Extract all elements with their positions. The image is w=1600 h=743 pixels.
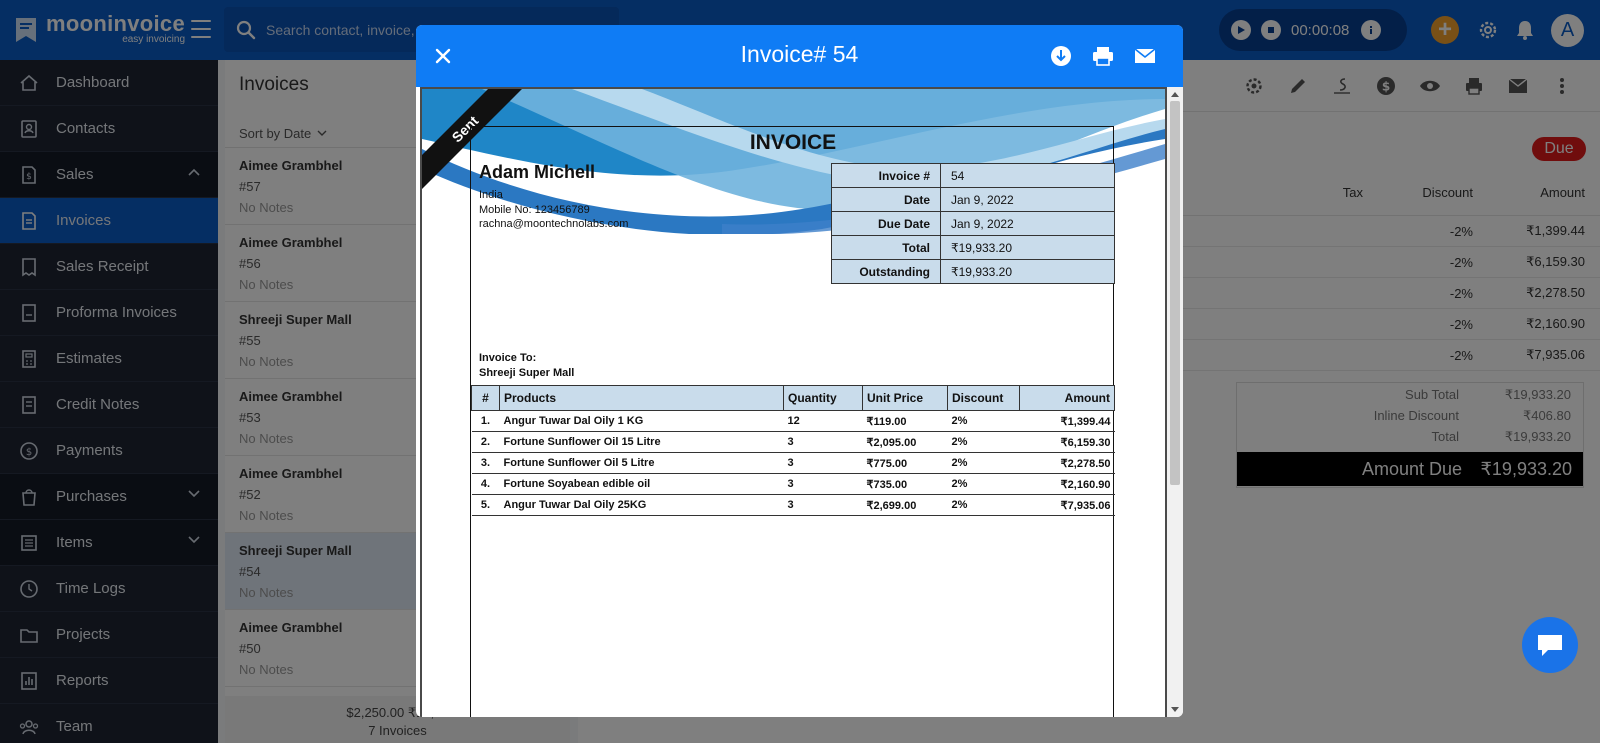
row-quantity: 3 <box>783 452 863 474</box>
invoice-to-label: Invoice To: <box>479 352 537 364</box>
meta-row: Due Date Jan 9, 2022 <box>831 211 1115 236</box>
row-amount: ₹1,399.44 <box>1019 410 1115 432</box>
row-unit-price: ₹735.00 <box>862 473 948 495</box>
print-icon[interactable] <box>1090 43 1116 69</box>
row-discount: 2% <box>947 431 1020 453</box>
row-amount: ₹2,278.50 <box>1019 452 1115 474</box>
row-discount: 2% <box>947 473 1020 495</box>
row-number: 1. <box>471 410 500 432</box>
column-header-unit-price: Unit Price <box>862 385 948 411</box>
column-header-number: # <box>471 385 500 411</box>
column-header-amount: Amount <box>1019 385 1115 411</box>
column-header-quantity: Quantity <box>783 385 863 411</box>
row-number: 3. <box>471 452 500 474</box>
meta-value: Jan 9, 2022 <box>940 211 1115 236</box>
row-product: Fortune Sunflower Oil 15 Litre <box>499 431 784 453</box>
row-quantity: 3 <box>783 473 863 495</box>
invoice-to-name: Shreeji Super Mall <box>479 367 575 379</box>
meta-label: Total <box>831 235 941 260</box>
meta-value: ₹19,933.20 <box>940 235 1115 260</box>
invoice-document: Sent INVOICE Adam Michell India Mobile N… <box>422 89 1165 717</box>
row-product: Fortune Soyabean edible oil <box>499 473 784 495</box>
chat-support-button[interactable] <box>1522 617 1578 673</box>
row-quantity: 12 <box>783 410 863 432</box>
invoice-meta-table: Invoice #54 Date Jan 9, 2022 Due Date Jan … <box>831 163 1115 284</box>
table-row: 2. Fortune Sunflower Oil 15 Litre 3 ₹2,0… <box>471 431 1115 453</box>
row-unit-price: ₹119.00 <box>862 410 948 432</box>
products-table-header: # Products Quantity Unit Price Discount … <box>471 385 1115 411</box>
row-product: Angur Tuwar Dal Oily 25KG <box>499 494 784 516</box>
column-header-products: Products <box>499 385 784 411</box>
chat-bubble-icon <box>1538 635 1562 656</box>
row-discount: 2% <box>947 494 1020 516</box>
meta-label: Due Date <box>831 211 941 236</box>
meta-value: Jan 9, 2022 <box>940 187 1115 212</box>
row-quantity: 3 <box>783 431 863 453</box>
email-icon[interactable] <box>1132 43 1158 69</box>
meta-row: Invoice #54 <box>831 163 1115 188</box>
row-amount: ₹6,159.30 <box>1019 431 1115 453</box>
row-discount: 2% <box>947 410 1020 432</box>
invoice-content: INVOICE Adam Michell India Mobile No: 12… <box>470 126 1115 717</box>
modal-header: Invoice# 54 <box>416 25 1183 87</box>
table-row: 1. Angur Tuwar Dal Oily 1 KG 12 ₹119.00 … <box>471 410 1115 432</box>
scrollbar-thumb[interactable] <box>1170 101 1180 485</box>
meta-row: Outstanding ₹19,933.20 <box>831 259 1115 284</box>
meta-value: ₹19,933.20 <box>940 259 1115 284</box>
row-unit-price: ₹2,095.00 <box>862 431 948 453</box>
invoice-to-block: Invoice To: Shreeji Super Mall <box>479 351 574 381</box>
scroll-up-arrow-icon[interactable] <box>1171 92 1179 97</box>
seller-name: Adam Michell <box>479 162 596 182</box>
download-icon[interactable] <box>1048 43 1074 69</box>
meta-label: Invoice # <box>831 163 941 188</box>
row-amount: ₹7,935.06 <box>1019 494 1115 516</box>
invoice-preview-modal: Invoice# 54 Sent INVOICE Adam Michell In <box>416 25 1183 717</box>
meta-row: Date Jan 9, 2022 <box>831 187 1115 212</box>
invoice-heading: INVOICE <box>749 131 837 154</box>
meta-row: Total ₹19,933.20 <box>831 235 1115 260</box>
row-discount: 2% <box>947 452 1020 474</box>
table-row: 3. Fortune Sunflower Oil 5 Litre 3 ₹775.… <box>471 452 1115 474</box>
products-table: # Products Quantity Unit Price Discount … <box>471 385 1115 516</box>
seller-mobile: Mobile No: 123456789 <box>479 204 590 216</box>
meta-label: Outstanding <box>831 259 941 284</box>
row-number: 5. <box>471 494 500 516</box>
meta-label: Date <box>831 187 941 212</box>
row-number: 2. <box>471 431 500 453</box>
row-unit-price: ₹775.00 <box>862 452 948 474</box>
row-amount: ₹2,160.90 <box>1019 473 1115 495</box>
row-unit-price: ₹2,699.00 <box>862 494 948 516</box>
table-row: 4. Fortune Soyabean edible oil 3 ₹735.00… <box>471 473 1115 495</box>
meta-value: 54 <box>940 163 1115 188</box>
seller-country: India <box>479 189 503 201</box>
row-product: Fortune Sunflower Oil 5 Litre <box>499 452 784 474</box>
row-quantity: 3 <box>783 494 863 516</box>
table-row: 5. Angur Tuwar Dal Oily 25KG 3 ₹2,699.00… <box>471 494 1115 516</box>
row-product: Angur Tuwar Dal Oily 1 KG <box>499 410 784 432</box>
document-scrollbar[interactable] <box>1167 87 1183 717</box>
scroll-down-arrow-icon[interactable] <box>1171 707 1179 712</box>
column-header-discount: Discount <box>947 385 1020 411</box>
document-viewer: Sent INVOICE Adam Michell India Mobile N… <box>420 87 1167 717</box>
row-number: 4. <box>471 473 500 495</box>
seller-email: rachna@moontechnolabs.com <box>479 218 629 230</box>
